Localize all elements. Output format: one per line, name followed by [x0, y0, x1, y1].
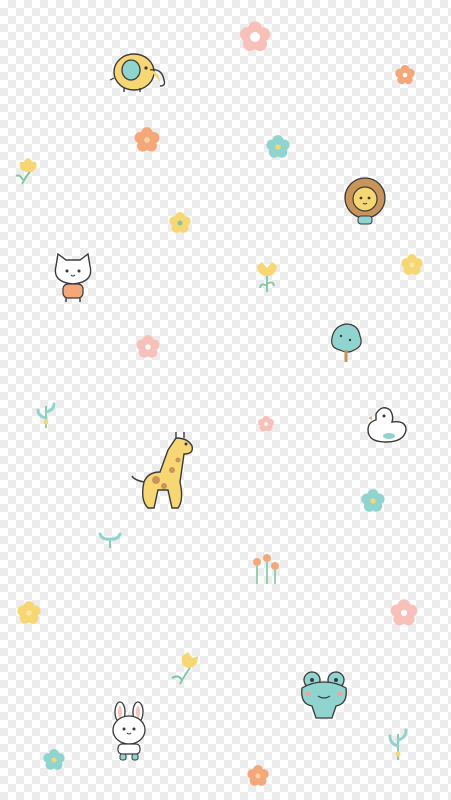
flower-icon: [266, 135, 290, 158]
sprout-icon: [98, 532, 122, 548]
duck-icon: [367, 407, 407, 443]
lion-icon: [344, 177, 386, 225]
bunny-icon: [112, 701, 146, 761]
flower-icon: [17, 601, 41, 624]
flower-icon: [257, 415, 275, 432]
cat-icon: [54, 252, 92, 302]
elephant-icon: [109, 53, 166, 92]
tulip-icon: [257, 262, 277, 292]
giraffe-icon: [131, 432, 194, 509]
flower-icon: [361, 489, 385, 512]
flower-icon: [239, 21, 271, 52]
flower-icon: [390, 599, 418, 626]
sprout-icon: [388, 728, 408, 760]
flower-icon: [43, 749, 65, 770]
frog-icon: [301, 671, 347, 719]
flower-icon: [134, 127, 160, 152]
flower-icon: [401, 254, 423, 275]
tree-icon: [331, 323, 362, 362]
tulip-icon: [15, 158, 37, 185]
flower-icon: [169, 212, 191, 233]
flower-icon: [395, 64, 415, 85]
flower-icon: [136, 335, 160, 358]
tulip-icon: [253, 554, 279, 584]
flower-icon: [247, 765, 269, 786]
sprout-icon: [36, 402, 56, 428]
tulip-icon: [171, 652, 198, 685]
